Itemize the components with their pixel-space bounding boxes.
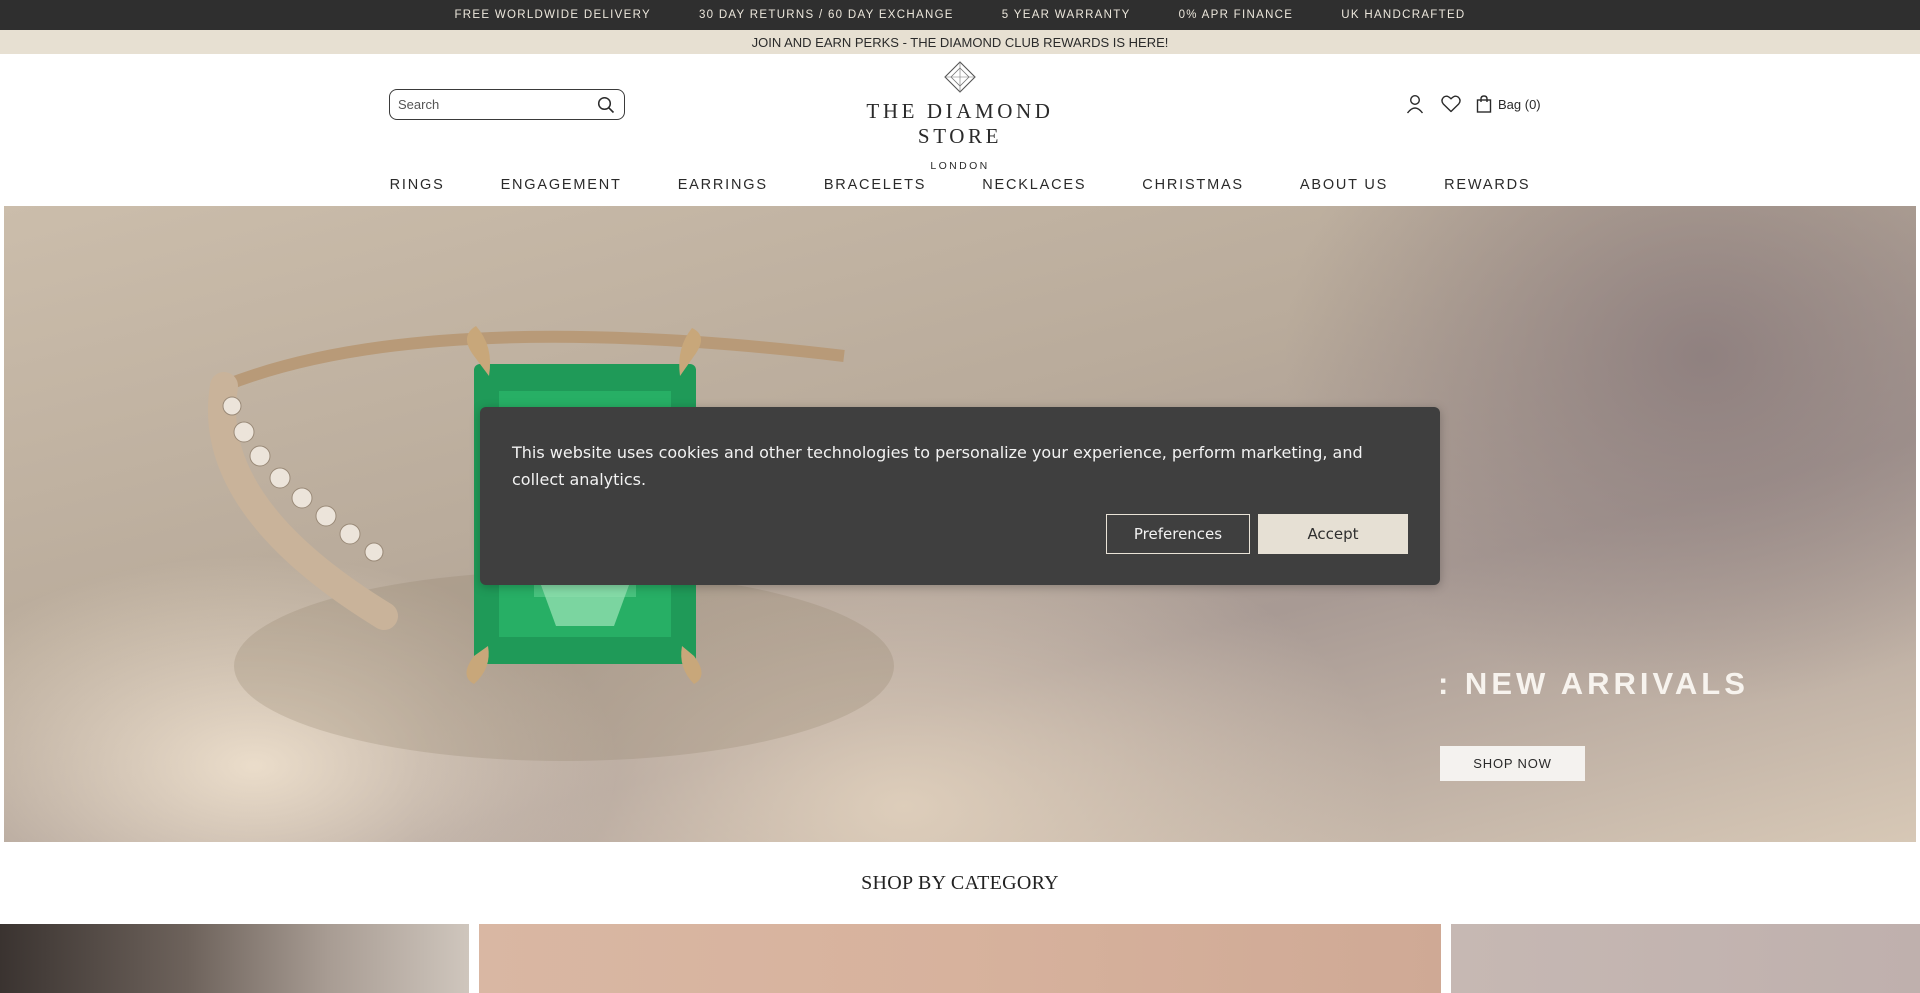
category-tile[interactable] xyxy=(479,924,1441,993)
section-title: SHOP BY CATEGORY xyxy=(861,872,1059,894)
account-icon[interactable] xyxy=(1404,93,1426,115)
logo-name: THE DIAMOND STORE xyxy=(866,99,1054,148)
heart-icon[interactable] xyxy=(1440,93,1462,115)
usp-item: 0% APR FINANCE xyxy=(1178,9,1294,21)
cookie-message: This website uses cookies and other tech… xyxy=(512,443,1363,489)
bag-button[interactable]: Bag (0) xyxy=(1476,95,1541,113)
usp-item: 30 DAY RETURNS / 60 DAY EXCHANGE xyxy=(698,9,954,21)
preferences-button[interactable]: Preferences xyxy=(1106,514,1250,554)
nav-item-rewards[interactable]: REWARDS xyxy=(1416,172,1558,198)
bag-label[interactable]: Bag (0) xyxy=(1498,97,1541,112)
usp-item: UK HANDCRAFTED xyxy=(1341,9,1466,21)
search-icon[interactable] xyxy=(596,95,616,115)
category-tile[interactable] xyxy=(0,924,469,993)
nav-item-about-us[interactable]: ABOUT US xyxy=(1272,172,1416,198)
nav-item-engagement[interactable]: ENGAGEMENT xyxy=(473,172,650,198)
diamond-logo-icon xyxy=(944,61,976,93)
store-logo[interactable]: THE DIAMOND STORE LONDON xyxy=(820,60,1100,172)
nav-item-bracelets[interactable]: BRACELETS xyxy=(796,172,954,198)
usp-item: 5 YEAR WARRANTY xyxy=(1001,9,1131,21)
promo-text[interactable]: JOIN AND EARN PERKS - THE DIAMOND CLUB R… xyxy=(752,35,1169,50)
logo-city: LONDON xyxy=(930,160,990,172)
search-input[interactable] xyxy=(398,97,596,112)
shop-now-button[interactable]: SHOP NOW xyxy=(1440,746,1585,781)
nav-item-rings[interactable]: RINGS xyxy=(362,172,473,198)
header-actions: Bag (0) xyxy=(1404,92,1541,116)
hero-heading: : NEW ARRIVALS xyxy=(1438,666,1749,701)
nav-item-christmas[interactable]: CHRISTMAS xyxy=(1114,172,1272,198)
main-nav: RINGS ENGAGEMENT EARRINGS BRACELETS NECK… xyxy=(0,172,1920,198)
nav-item-necklaces[interactable]: NECKLACES xyxy=(954,172,1114,198)
accept-button[interactable]: Accept xyxy=(1258,514,1408,554)
usp-bar: FREE WORLDWIDE DELIVERY 30 DAY RETURNS /… xyxy=(0,0,1920,30)
usp-item: FREE WORLDWIDE DELIVERY xyxy=(454,9,651,21)
promo-bar[interactable]: JOIN AND EARN PERKS - THE DIAMOND CLUB R… xyxy=(0,30,1920,54)
cookie-banner: This website uses cookies and other tech… xyxy=(480,407,1440,585)
bag-icon xyxy=(1476,95,1492,113)
search-box[interactable] xyxy=(389,89,625,120)
category-tile[interactable] xyxy=(1451,924,1920,993)
nav-item-earrings[interactable]: EARRINGS xyxy=(650,172,796,198)
